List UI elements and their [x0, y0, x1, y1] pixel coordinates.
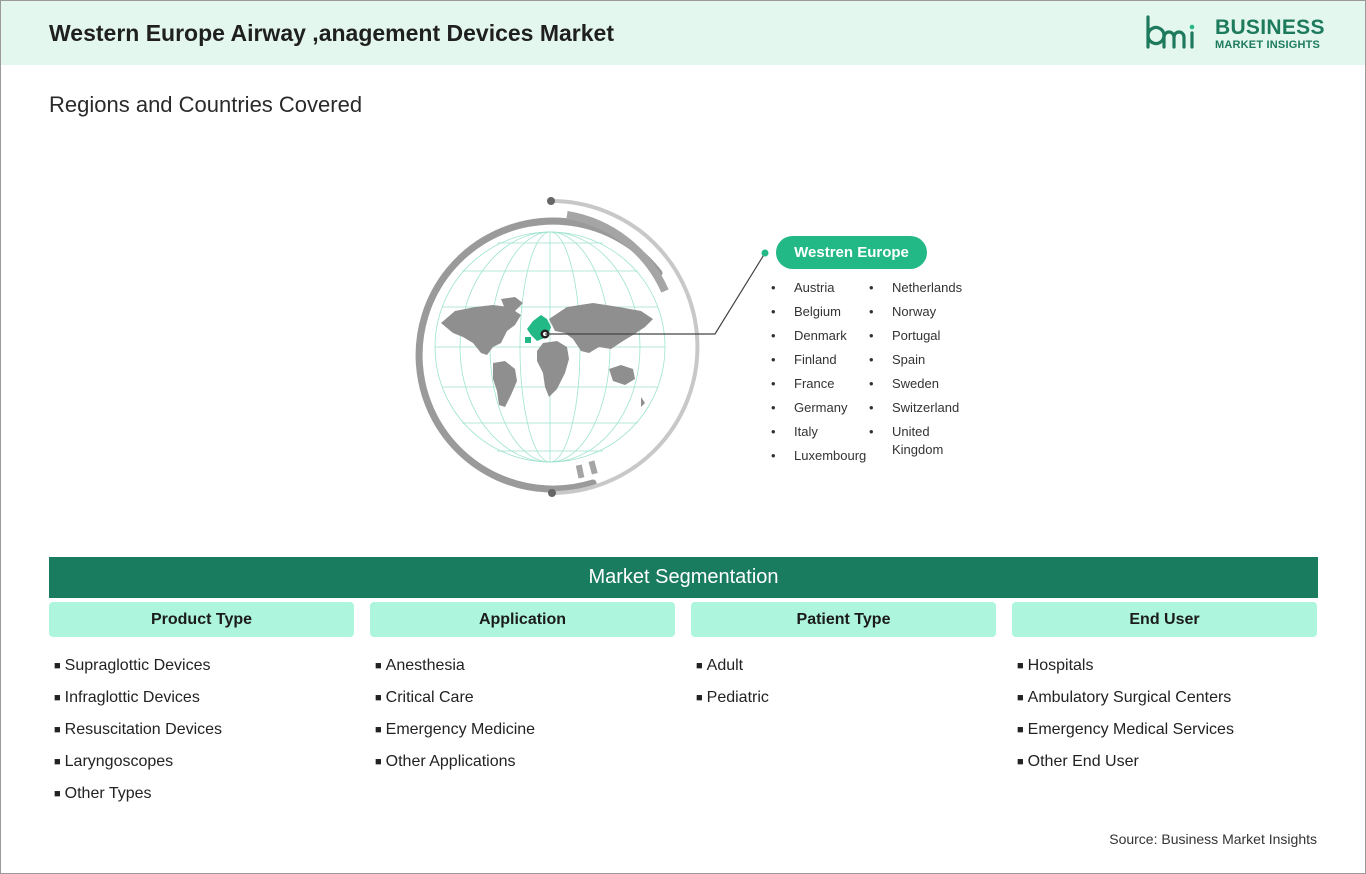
regions-section-title: Regions and Countries Covered: [49, 92, 363, 117]
segment-item: ■ Anesthesia: [375, 657, 465, 674]
segment-item: ■ Other Applications: [375, 753, 516, 770]
country-item: • Sweden: [869, 376, 939, 391]
country-item: • Netherlands: [869, 280, 963, 295]
logo-line-market-insights: MARKET INSIGHTS: [1215, 39, 1321, 51]
segment-item: ■ Other Types: [54, 785, 152, 802]
segment-header: Patient Type: [691, 602, 996, 637]
source-credit: Source: Business Market Insights: [1109, 831, 1317, 847]
brand-logo: BUSINESS MARKET INSIGHTS: [1145, 15, 1324, 55]
country-item: • Spain: [869, 352, 926, 367]
segment-item: ■ Emergency Medical Services: [1017, 721, 1234, 738]
segment-item: ■ Laryngoscopes: [54, 753, 174, 770]
segment-item: ■ Supraglottic Devices: [54, 657, 211, 674]
region-label-western-europe: Westren Europe: [776, 236, 927, 269]
segment-header: Product Type: [49, 602, 354, 637]
segment-item: ■ Critical Care: [375, 689, 474, 706]
country-item: • Norway: [869, 304, 937, 319]
logo-wordmark: BUSINESS MARKET INSIGHTS: [1215, 17, 1325, 52]
segment-list: ■ Supraglottic Devices ■ Infraglottic Devi…: [49, 656, 354, 816]
page-title: Western Europe Airway ,anagement Devices…: [49, 20, 614, 46]
segment-header: Application: [370, 602, 675, 637]
segment-item: ■ Adult: [696, 657, 744, 674]
country-item: • United Kingdom: [869, 424, 944, 457]
logo-line-business: BUSINESS: [1215, 16, 1325, 39]
segment-item: ■ Hospitals: [1017, 657, 1094, 674]
header-banner: Western Europe Airway ,anagement Devices…: [1, 1, 1365, 65]
market-segmentation-bar: Market Segmentation: [49, 557, 1318, 598]
country-item: • Portugal: [869, 328, 941, 343]
bmi-logo-mark-icon: [1146, 15, 1195, 49]
segment-list: ■ Adult ■ Pediatric: [691, 656, 996, 720]
segment-item: ■ Pediatric: [696, 689, 769, 706]
world-map-globe-icon: [415, 197, 769, 497]
segment-item: ■ Ambulatory Surgical Centers: [1017, 689, 1232, 706]
segment-column-application: Application ■ Anesthesia ■ Critical Care ■…: [370, 602, 675, 784]
country-list-col2: • Netherlands • Norway • Portugal • Spain • S…: [869, 279, 1002, 465]
segment-item: ■ Resuscitation Devices: [54, 721, 223, 738]
country-item: • Switzerland: [869, 400, 960, 415]
segment-column-patient-type: Patient Type ■ Adult ■ Pediatric: [691, 602, 996, 720]
segment-column-product-type: Product Type ■ Supraglottic Devices ■ Infr…: [49, 602, 354, 816]
segment-item: ■ Other End User: [1017, 753, 1139, 770]
segment-column-end-user: End User ■ Hospitals ■ Ambulatory Surgical…: [1012, 602, 1317, 784]
segment-list: ■ Anesthesia ■ Critical Care ■ Emergency Me…: [370, 656, 675, 784]
infographic-frame: Western Europe Airway ,anagement Devices…: [0, 0, 1366, 874]
segment-item: ■ Infraglottic Devices: [54, 689, 200, 706]
segment-item: ■ Emergency Medicine: [375, 721, 536, 738]
segment-header: End User: [1012, 602, 1317, 637]
segment-list: ■ Hospitals ■ Ambulatory Surgical Centers …: [1012, 656, 1317, 784]
